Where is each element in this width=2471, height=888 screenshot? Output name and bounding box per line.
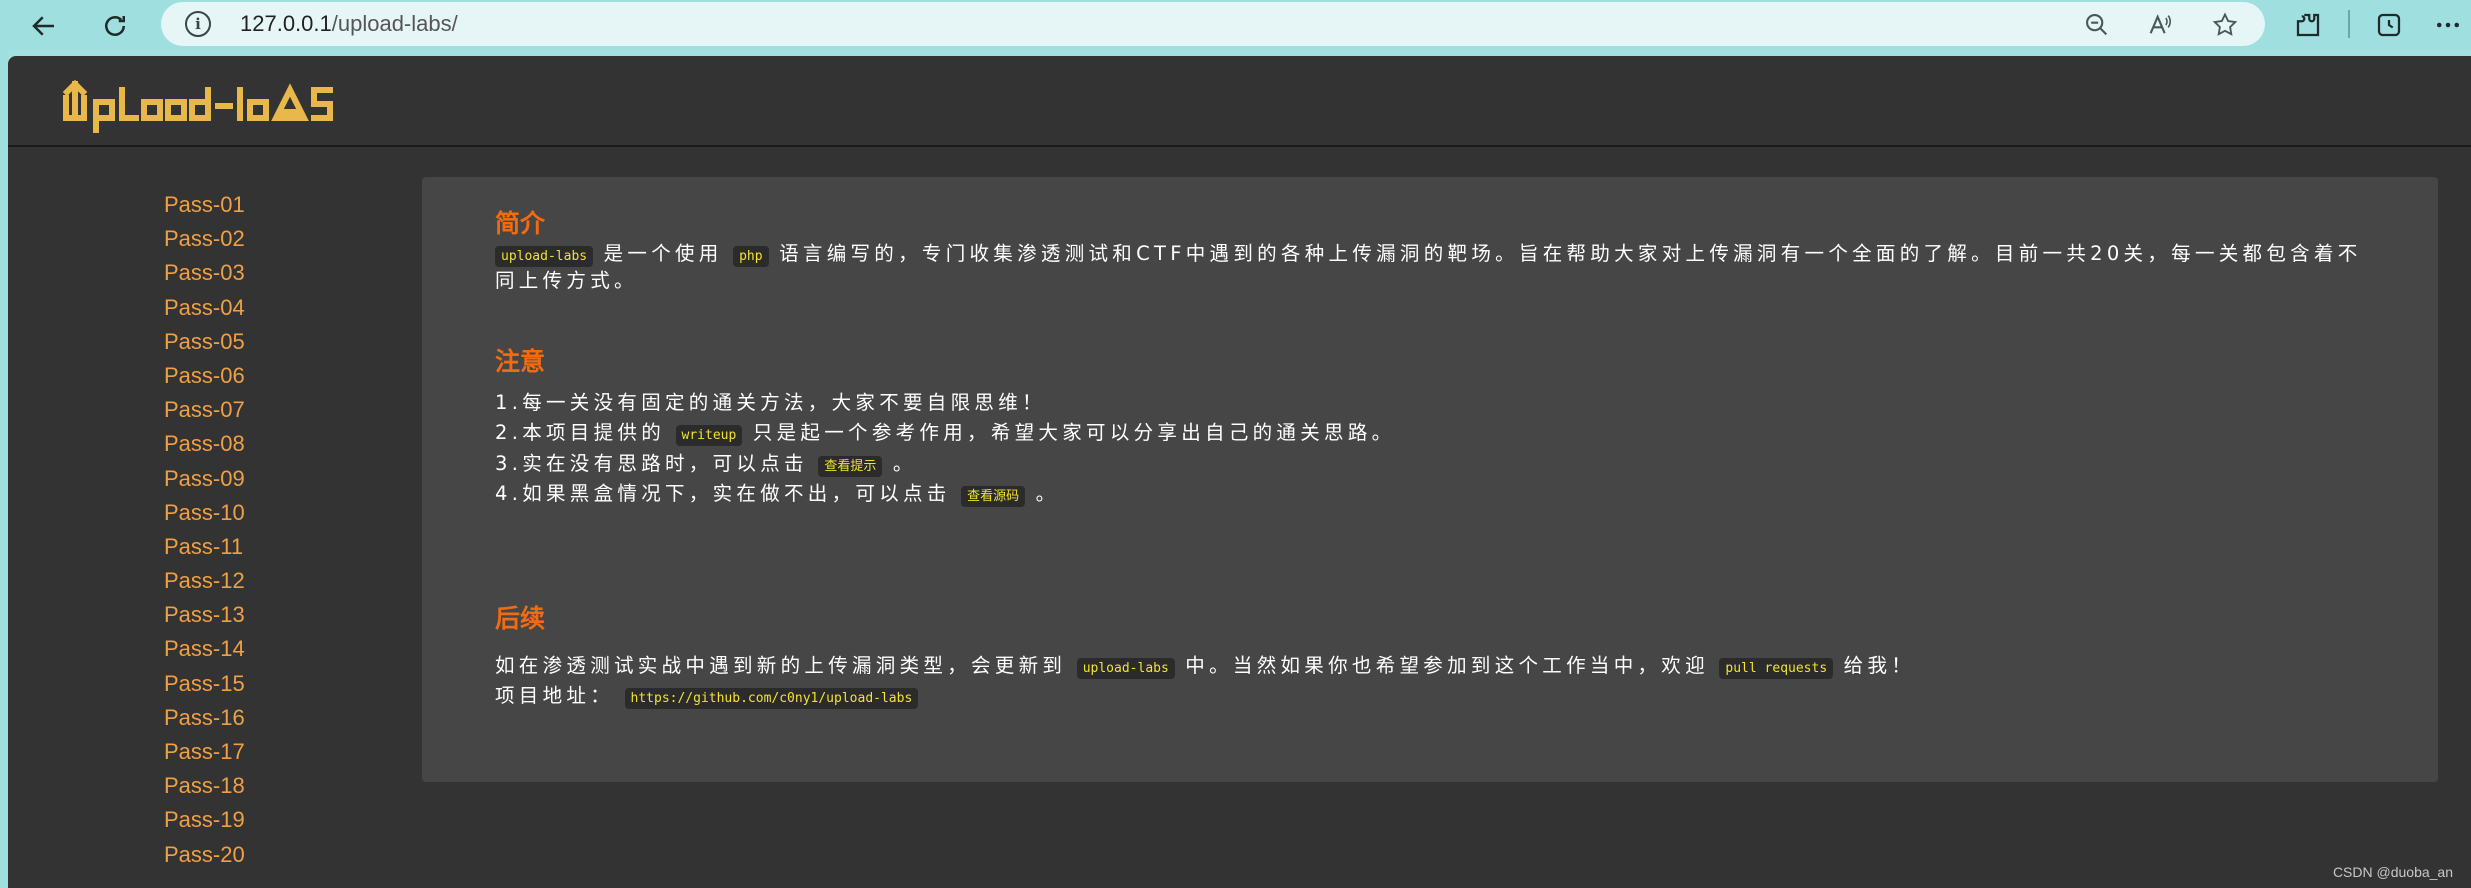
- followup-text-b: 中。当然如果你也希望参加到这个工作当中，欢迎: [1185, 654, 1709, 677]
- upload-labs-logo[interactable]: [58, 68, 398, 142]
- followup-text-c: 给我！: [1843, 654, 1916, 677]
- intro-paragraph: upload-labs 是一个使用 php 语言编写的，专门收集渗透测试和CTF…: [495, 240, 2365, 294]
- project-address-label: 项目地址：: [495, 684, 615, 707]
- zoom-out-icon[interactable]: [2083, 11, 2111, 39]
- sidebar-item-pass-19[interactable]: Pass-19: [164, 803, 245, 837]
- code-upload-labs: upload-labs: [495, 246, 594, 267]
- logo-icon: [62, 79, 333, 133]
- notes-heading: 注意: [495, 348, 546, 376]
- url-path: /upload-labs/: [331, 11, 458, 36]
- note-3: 3.实在没有思路时，可以点击 查看提示 。: [495, 447, 917, 477]
- sidebar-item-pass-17[interactable]: Pass-17: [164, 735, 245, 769]
- reload-button[interactable]: [95, 6, 135, 46]
- sidebar-item-pass-10[interactable]: Pass-10: [164, 496, 245, 530]
- sidebar-item-pass-18[interactable]: Pass-18: [164, 769, 245, 803]
- followup-text-a: 如在渗透测试实战中遇到新的上传漏洞类型，会更新到: [495, 654, 1067, 677]
- sidebar-item-pass-05[interactable]: Pass-05: [164, 325, 245, 359]
- note-2: 2.本项目提供的 writeup 只是起一个参考作用，希望大家可以分享出自己的通…: [495, 416, 1396, 446]
- sidebar-item-pass-08[interactable]: Pass-08: [164, 427, 245, 461]
- intro-heading: 简介: [495, 210, 546, 238]
- code-php: php: [733, 246, 769, 267]
- followup-heading: 后续: [495, 605, 546, 633]
- sidebar-item-pass-02[interactable]: Pass-02: [164, 222, 245, 256]
- sidebar-item-pass-14[interactable]: Pass-14: [164, 632, 245, 666]
- intro-text-2: 语言编写的，专门收集渗透测试和CTF中遇到的各种上传漏洞的靶场。旨在帮助大家对上…: [495, 242, 2362, 292]
- page: Pass-01 Pass-02 Pass-03 Pass-04 Pass-05 Pass-…: [8, 56, 2471, 888]
- code-pull-requests: pull requests: [1719, 658, 1834, 679]
- sidebar-item-pass-09[interactable]: Pass-09: [164, 462, 245, 496]
- note-2-text-b: 只是起一个参考作用，希望大家可以分享出自己的通关思路。: [752, 421, 1396, 444]
- note-4-text: 4.如果黑盒情况下，实在做不出，可以点击: [495, 482, 951, 505]
- intro-text-1: 是一个使用: [603, 242, 723, 265]
- code-upload-labs-2: upload-labs: [1076, 658, 1175, 679]
- window-edge: [0, 50, 8, 888]
- pass-nav: Pass-01 Pass-02 Pass-03 Pass-04 Pass-05 Pass-…: [164, 188, 245, 872]
- toolbar-divider: [2348, 10, 2350, 38]
- csdn-watermark: CSDN @duoba_an: [2332, 864, 2453, 880]
- github-link[interactable]: https://github.com/c0ny1/upload-labs: [624, 688, 919, 709]
- note-3-end: 。: [892, 452, 917, 475]
- url-host: 127.0.0.1: [240, 11, 332, 36]
- code-writeup: writeup: [675, 425, 743, 446]
- note-2-text-a: 2.本项目提供的: [495, 421, 666, 444]
- sidebar-item-pass-07[interactable]: Pass-07: [164, 393, 245, 427]
- sidebar-item-pass-15[interactable]: Pass-15: [164, 667, 245, 701]
- sidebar-item-pass-01[interactable]: Pass-01: [164, 188, 245, 222]
- history-icon[interactable]: [2374, 10, 2404, 40]
- sidebar-item-pass-11[interactable]: Pass-11: [164, 530, 245, 564]
- sidebar-item-pass-16[interactable]: Pass-16: [164, 701, 245, 735]
- sidebar-item-pass-13[interactable]: Pass-13: [164, 598, 245, 632]
- reload-icon: [105, 16, 125, 36]
- project-address: 项目地址： https://github.com/c0ny1/upload-la…: [495, 679, 919, 709]
- sidebar-item-pass-12[interactable]: Pass-12: [164, 564, 245, 598]
- show-source-link[interactable]: 查看源码: [961, 486, 1026, 507]
- read-aloud-icon[interactable]: [2146, 11, 2174, 39]
- content-panel: 简介 upload-labs 是一个使用 php 语言编写的，专门收集渗透测试和…: [422, 177, 2438, 782]
- sidebar-item-pass-03[interactable]: Pass-03: [164, 256, 245, 290]
- show-hint-link[interactable]: 查看提示: [818, 456, 883, 477]
- url-text[interactable]: 127.0.0.1/upload-labs/: [240, 11, 458, 37]
- sidebar-item-pass-04[interactable]: Pass-04: [164, 291, 245, 325]
- note-4: 4.如果黑盒情况下，实在做不出，可以点击 查看源码 。: [495, 477, 1060, 507]
- back-button[interactable]: [24, 6, 64, 46]
- note-4-end: 。: [1035, 482, 1060, 505]
- note-3-text: 3.实在没有思路时，可以点击: [495, 452, 808, 475]
- more-menu-icon[interactable]: [2433, 10, 2463, 40]
- favorite-star-icon[interactable]: [2211, 11, 2239, 39]
- sidebar-item-pass-06[interactable]: Pass-06: [164, 359, 245, 393]
- extensions-icon[interactable]: [2293, 10, 2323, 40]
- site-header: [8, 56, 2471, 147]
- back-arrow-icon: [32, 16, 54, 36]
- followup-paragraph: 如在渗透测试实战中遇到新的上传漏洞类型，会更新到 upload-labs 中。当…: [495, 649, 1916, 679]
- sidebar-item-pass-20[interactable]: Pass-20: [164, 838, 245, 872]
- address-bar[interactable]: i 127.0.0.1/upload-labs/: [161, 2, 2265, 46]
- note-1: 1.每一关没有固定的通关方法，大家不要自限思维！: [495, 391, 1046, 414]
- site-info-icon[interactable]: i: [185, 11, 211, 37]
- browser-toolbar: i 127.0.0.1/upload-labs/: [0, 0, 2471, 50]
